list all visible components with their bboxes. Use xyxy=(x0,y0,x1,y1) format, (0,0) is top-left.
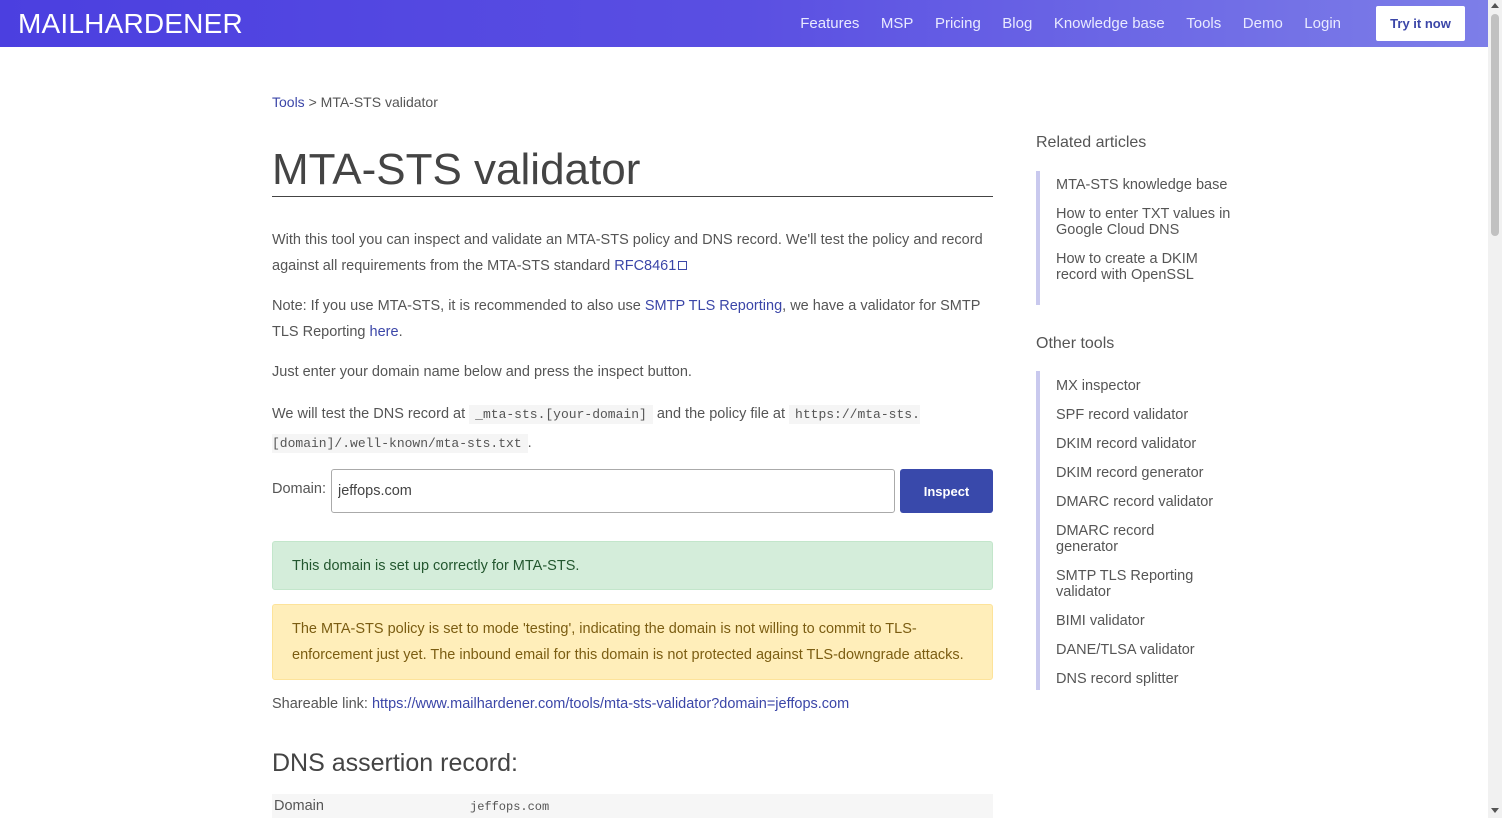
nav-tools[interactable]: Tools xyxy=(1186,15,1221,32)
logo[interactable]: MAILHARDENER xyxy=(18,8,243,40)
related-article-link[interactable]: How to create a DKIM record with OpenSSL xyxy=(1056,251,1236,283)
scroll-thumb[interactable] xyxy=(1491,14,1499,236)
top-navbar: MAILHARDENER Features MSP Pricing Blog K… xyxy=(0,0,1488,47)
dns-record-code: _mta-sts.[your-domain] xyxy=(469,405,653,424)
tool-link-mx-inspector[interactable]: MX inspector xyxy=(1056,378,1236,394)
other-tools-heading: Other tools xyxy=(1036,335,1115,352)
related-articles-heading: Related articles xyxy=(1036,134,1147,151)
breadcrumb-tools-link[interactable]: Tools xyxy=(272,94,305,110)
note-text: Note: If you use MTA-STS, it is recommen… xyxy=(272,298,645,314)
nav-knowledge-base[interactable]: Knowledge base xyxy=(1054,15,1165,32)
domain-input[interactable] xyxy=(331,469,895,513)
breadcrumb-current: MTA-STS validator xyxy=(320,94,438,110)
scroll-down-arrow-icon[interactable] xyxy=(1491,808,1499,813)
breadcrumb: Tools > MTA-STS validator xyxy=(272,94,438,110)
rfc8461-link[interactable]: RFC8461 xyxy=(614,258,676,274)
here-link[interactable]: here xyxy=(370,324,399,340)
related-articles-list: MTA-STS knowledge base How to enter TXT … xyxy=(1036,171,1236,305)
instruction-paragraph: Just enter your domain name below and pr… xyxy=(272,364,692,380)
related-article-link[interactable]: How to enter TXT values in Google Cloud … xyxy=(1056,206,1236,238)
related-article-link[interactable]: MTA-STS knowledge base xyxy=(1056,177,1236,193)
shareable-link-row: Shareable link: https://www.mailhardener… xyxy=(272,696,849,712)
intro-paragraph: With this tool you can inspect and valid… xyxy=(272,227,993,279)
try-it-now-button[interactable]: Try it now xyxy=(1376,6,1465,41)
nav-blog[interactable]: Blog xyxy=(1002,15,1032,32)
domain-form: Domain: Inspect xyxy=(272,469,993,513)
smtp-tls-reporting-link[interactable]: SMTP TLS Reporting xyxy=(645,298,782,314)
tool-link-dkim-generator[interactable]: DKIM record generator xyxy=(1056,465,1236,481)
tool-link-dns-splitter[interactable]: DNS record splitter xyxy=(1056,671,1236,687)
scroll-up-arrow-icon[interactable] xyxy=(1491,3,1499,8)
success-alert: This domain is set up correctly for MTA-… xyxy=(272,541,993,590)
nav-login[interactable]: Login xyxy=(1304,15,1341,32)
dns-record-table: Domain jeffops.com xyxy=(272,794,993,818)
shareable-link-label: Shareable link: xyxy=(272,696,372,712)
tool-link-dmarc-generator[interactable]: DMARC record generator xyxy=(1056,523,1186,555)
other-tools-list: MX inspector SPF record validator DKIM r… xyxy=(1036,371,1236,690)
domain-label: Domain: xyxy=(272,481,326,497)
tool-link-smtp-tls-validator[interactable]: SMTP TLS Reporting validator xyxy=(1056,568,1216,600)
tool-link-bimi-validator[interactable]: BIMI validator xyxy=(1056,613,1236,629)
tool-link-spf-validator[interactable]: SPF record validator xyxy=(1056,407,1236,423)
breadcrumb-separator: > xyxy=(304,94,321,110)
test-info-suffix: . xyxy=(527,435,532,451)
nav-msp[interactable]: MSP xyxy=(881,15,914,32)
nav-features[interactable]: Features xyxy=(800,15,859,32)
nav-pricing[interactable]: Pricing xyxy=(935,15,981,32)
note-paragraph: Note: If you use MTA-STS, it is recommen… xyxy=(272,293,993,345)
external-link-icon xyxy=(678,261,688,270)
tool-link-dane-validator[interactable]: DANE/TLSA validator xyxy=(1056,642,1236,658)
page-scrollbar[interactable] xyxy=(1488,0,1502,818)
tool-link-dmarc-validator[interactable]: DMARC record validator xyxy=(1056,494,1236,510)
shareable-link[interactable]: https://www.mailhardener.com/tools/mta-s… xyxy=(372,696,849,712)
test-info-paragraph: We will test the DNS record at _mta-sts.… xyxy=(272,400,993,458)
inspect-button[interactable]: Inspect xyxy=(900,469,993,513)
nav-demo[interactable]: Demo xyxy=(1243,15,1283,32)
note-suffix: . xyxy=(398,324,403,340)
dns-assertion-title: DNS assertion record: xyxy=(272,749,518,777)
test-info-text: We will test the DNS record at xyxy=(272,406,470,422)
page-title: MTA-STS validator xyxy=(272,146,993,197)
test-info-middle: and the policy file at xyxy=(652,406,790,422)
main-nav: Features MSP Pricing Blog Knowledge base… xyxy=(779,0,1341,47)
dns-row-key: Domain xyxy=(274,798,324,814)
tool-link-dkim-validator[interactable]: DKIM record validator xyxy=(1056,436,1236,452)
dns-row-value: jeffops.com xyxy=(470,800,550,814)
warning-alert: The MTA-STS policy is set to mode 'testi… xyxy=(272,604,993,680)
